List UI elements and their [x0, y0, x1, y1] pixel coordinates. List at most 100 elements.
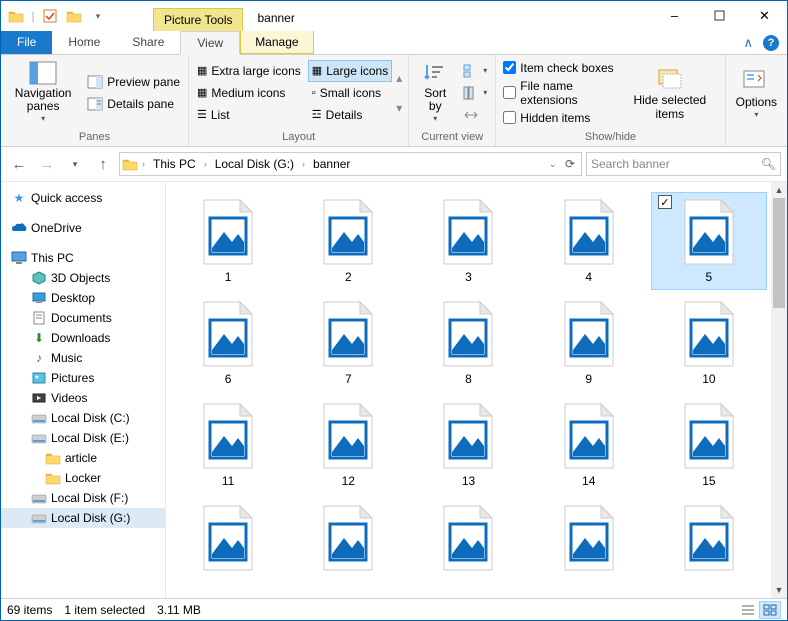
scroll-up-icon[interactable]: ▲ — [771, 182, 787, 198]
crumb-this-pc[interactable]: This PC — [149, 153, 200, 175]
file-checkbox[interactable]: ✓ — [658, 195, 672, 209]
scroll-thumb[interactable] — [773, 198, 785, 308]
file-item[interactable]: ✓ 1 — [170, 192, 286, 290]
file-item[interactable]: ✓ 12 — [290, 396, 406, 494]
hidden-items-checkbox[interactable]: Hidden items — [500, 109, 617, 127]
recent-dropdown[interactable]: ▾ — [63, 152, 87, 176]
crumb-sep-icon[interactable]: › — [202, 159, 209, 169]
ribbon-body: Navigation panes ▾ Preview pane Details … — [1, 55, 787, 147]
qat-new-folder-icon[interactable] — [63, 5, 85, 27]
file-item[interactable]: ✓ 8 — [410, 294, 526, 392]
tree-local-disk-g[interactable]: Local Disk (G:) — [1, 508, 165, 528]
qat-folder-icon[interactable] — [5, 5, 27, 27]
large-icons-button[interactable]: ▦ Large icons — [308, 60, 392, 82]
file-item[interactable] — [290, 498, 406, 578]
tab-home[interactable]: Home — [52, 31, 116, 54]
maximize-button[interactable] — [697, 1, 742, 30]
file-grid[interactable]: ✓ 1 ✓ 2 ✓ 3 ✓ 4 ✓ 5 ✓ 6 ✓ 7 ✓ 8 ✓ 9 ✓ 10… — [166, 182, 771, 598]
file-item[interactable] — [170, 498, 286, 578]
tab-file[interactable]: File — [1, 31, 52, 54]
file-item[interactable]: ✓ 2 — [290, 192, 406, 290]
address-bar[interactable]: › This PC › Local Disk (G:) › banner ⌄ ⟳ — [119, 152, 582, 176]
tab-manage[interactable]: Manage — [240, 31, 313, 54]
search-box[interactable]: Search banner 🔍︎ — [586, 152, 781, 176]
tree-quick-access[interactable]: ★Quick access — [1, 188, 165, 208]
crumb-local-disk-g[interactable]: Local Disk (G:) — [211, 153, 298, 175]
file-item[interactable] — [410, 498, 526, 578]
layout-expand-icon[interactable]: ▾ — [396, 101, 402, 115]
tree-3d-objects[interactable]: 3D Objects — [1, 268, 165, 288]
help-icon[interactable]: ? — [763, 35, 779, 51]
small-icons-button[interactable]: ▫ Small icons — [308, 82, 392, 104]
tree-article[interactable]: article — [1, 448, 165, 468]
tree-label: Local Disk (F:) — [51, 491, 128, 505]
tree-onedrive[interactable]: OneDrive — [1, 218, 165, 238]
file-item[interactable]: ✓ 9 — [531, 294, 647, 392]
file-item[interactable] — [651, 498, 767, 578]
large-icons-view-button[interactable] — [759, 601, 781, 619]
image-file-icon — [316, 300, 380, 368]
group-by-button[interactable]: ▾ — [459, 60, 491, 82]
add-columns-button[interactable]: ▾ — [459, 82, 491, 104]
crumb-banner[interactable]: banner — [309, 153, 354, 175]
file-label: 1 — [225, 270, 232, 284]
details-button[interactable]: ☲ Details — [308, 104, 392, 126]
file-extensions-checkbox[interactable]: File name extensions — [500, 77, 617, 109]
file-item[interactable]: ✓ 13 — [410, 396, 526, 494]
navigation-pane-button[interactable]: Navigation panes ▾ — [5, 60, 81, 126]
file-item[interactable]: ✓ 3 — [410, 192, 526, 290]
vertical-scrollbar[interactable]: ▲ ▼ — [771, 182, 787, 598]
refresh-button[interactable]: ⟳ — [561, 157, 579, 171]
minimize-button[interactable]: – — [652, 1, 697, 30]
tree-pictures[interactable]: Pictures — [1, 368, 165, 388]
search-icon: 🔍︎ — [761, 157, 776, 171]
collapse-ribbon-icon[interactable]: ∧ — [743, 35, 753, 51]
tree-local-disk-f[interactable]: Local Disk (F:) — [1, 488, 165, 508]
details-pane-button[interactable]: Details pane — [83, 93, 184, 115]
tab-view[interactable]: View — [180, 31, 240, 55]
tree-desktop[interactable]: Desktop — [1, 288, 165, 308]
address-dropdown-icon[interactable]: ⌄ — [547, 159, 559, 170]
file-item[interactable]: ✓ 7 — [290, 294, 406, 392]
back-button[interactable]: ← — [7, 152, 31, 176]
tree-videos[interactable]: Videos — [1, 388, 165, 408]
scroll-down-icon[interactable]: ▼ — [771, 582, 787, 598]
crumb-sep-icon[interactable]: › — [300, 159, 307, 169]
tab-share[interactable]: Share — [116, 31, 180, 54]
tree-downloads[interactable]: ⬇Downloads — [1, 328, 165, 348]
forward-button[interactable]: → — [35, 152, 59, 176]
tree-music[interactable]: ♪Music — [1, 348, 165, 368]
tree-local-disk-e[interactable]: Local Disk (E:) — [1, 428, 165, 448]
extra-large-icons-button[interactable]: ▦ Extra large icons — [193, 60, 305, 82]
file-item[interactable]: ✓ 10 — [651, 294, 767, 392]
layout-up-icon[interactable]: ▴ — [396, 71, 402, 85]
file-item[interactable] — [531, 498, 647, 578]
navigation-pane[interactable]: ★Quick access OneDrive This PC 3D Object… — [1, 182, 166, 598]
crumb-sep-icon[interactable]: › — [140, 159, 147, 169]
tree-label: Desktop — [51, 291, 95, 305]
preview-pane-button[interactable]: Preview pane — [83, 71, 184, 93]
tree-local-disk-c[interactable]: Local Disk (C:) — [1, 408, 165, 428]
options-button[interactable]: Options ▾ — [730, 60, 783, 126]
tree-this-pc[interactable]: This PC — [1, 248, 165, 268]
tree-documents[interactable]: Documents — [1, 308, 165, 328]
file-item[interactable]: ✓ 14 — [531, 396, 647, 494]
up-button[interactable]: ↑ — [91, 152, 115, 176]
main-area: ★Quick access OneDrive This PC 3D Object… — [1, 181, 787, 598]
file-item[interactable]: ✓ 4 — [531, 192, 647, 290]
medium-icons-button[interactable]: ▦ Medium icons — [193, 82, 305, 104]
details-view-button[interactable] — [737, 601, 759, 619]
qat-dropdown-icon[interactable]: ▾ — [87, 5, 109, 27]
file-item[interactable]: ✓ 5 — [651, 192, 767, 290]
size-columns-button[interactable] — [459, 104, 491, 126]
close-button[interactable]: ✕ — [742, 1, 787, 30]
sort-by-button[interactable]: Sort by ▾ — [413, 60, 457, 126]
list-button[interactable]: ☰ List — [193, 104, 305, 126]
file-item[interactable]: ✓ 6 — [170, 294, 286, 392]
item-check-boxes-checkbox[interactable]: Item check boxes — [500, 59, 617, 77]
file-item[interactable]: ✓ 11 — [170, 396, 286, 494]
file-item[interactable]: ✓ 15 — [651, 396, 767, 494]
hide-selected-button[interactable]: Hide selected items — [619, 60, 721, 126]
qat-properties-icon[interactable] — [39, 5, 61, 27]
tree-locker[interactable]: Locker — [1, 468, 165, 488]
